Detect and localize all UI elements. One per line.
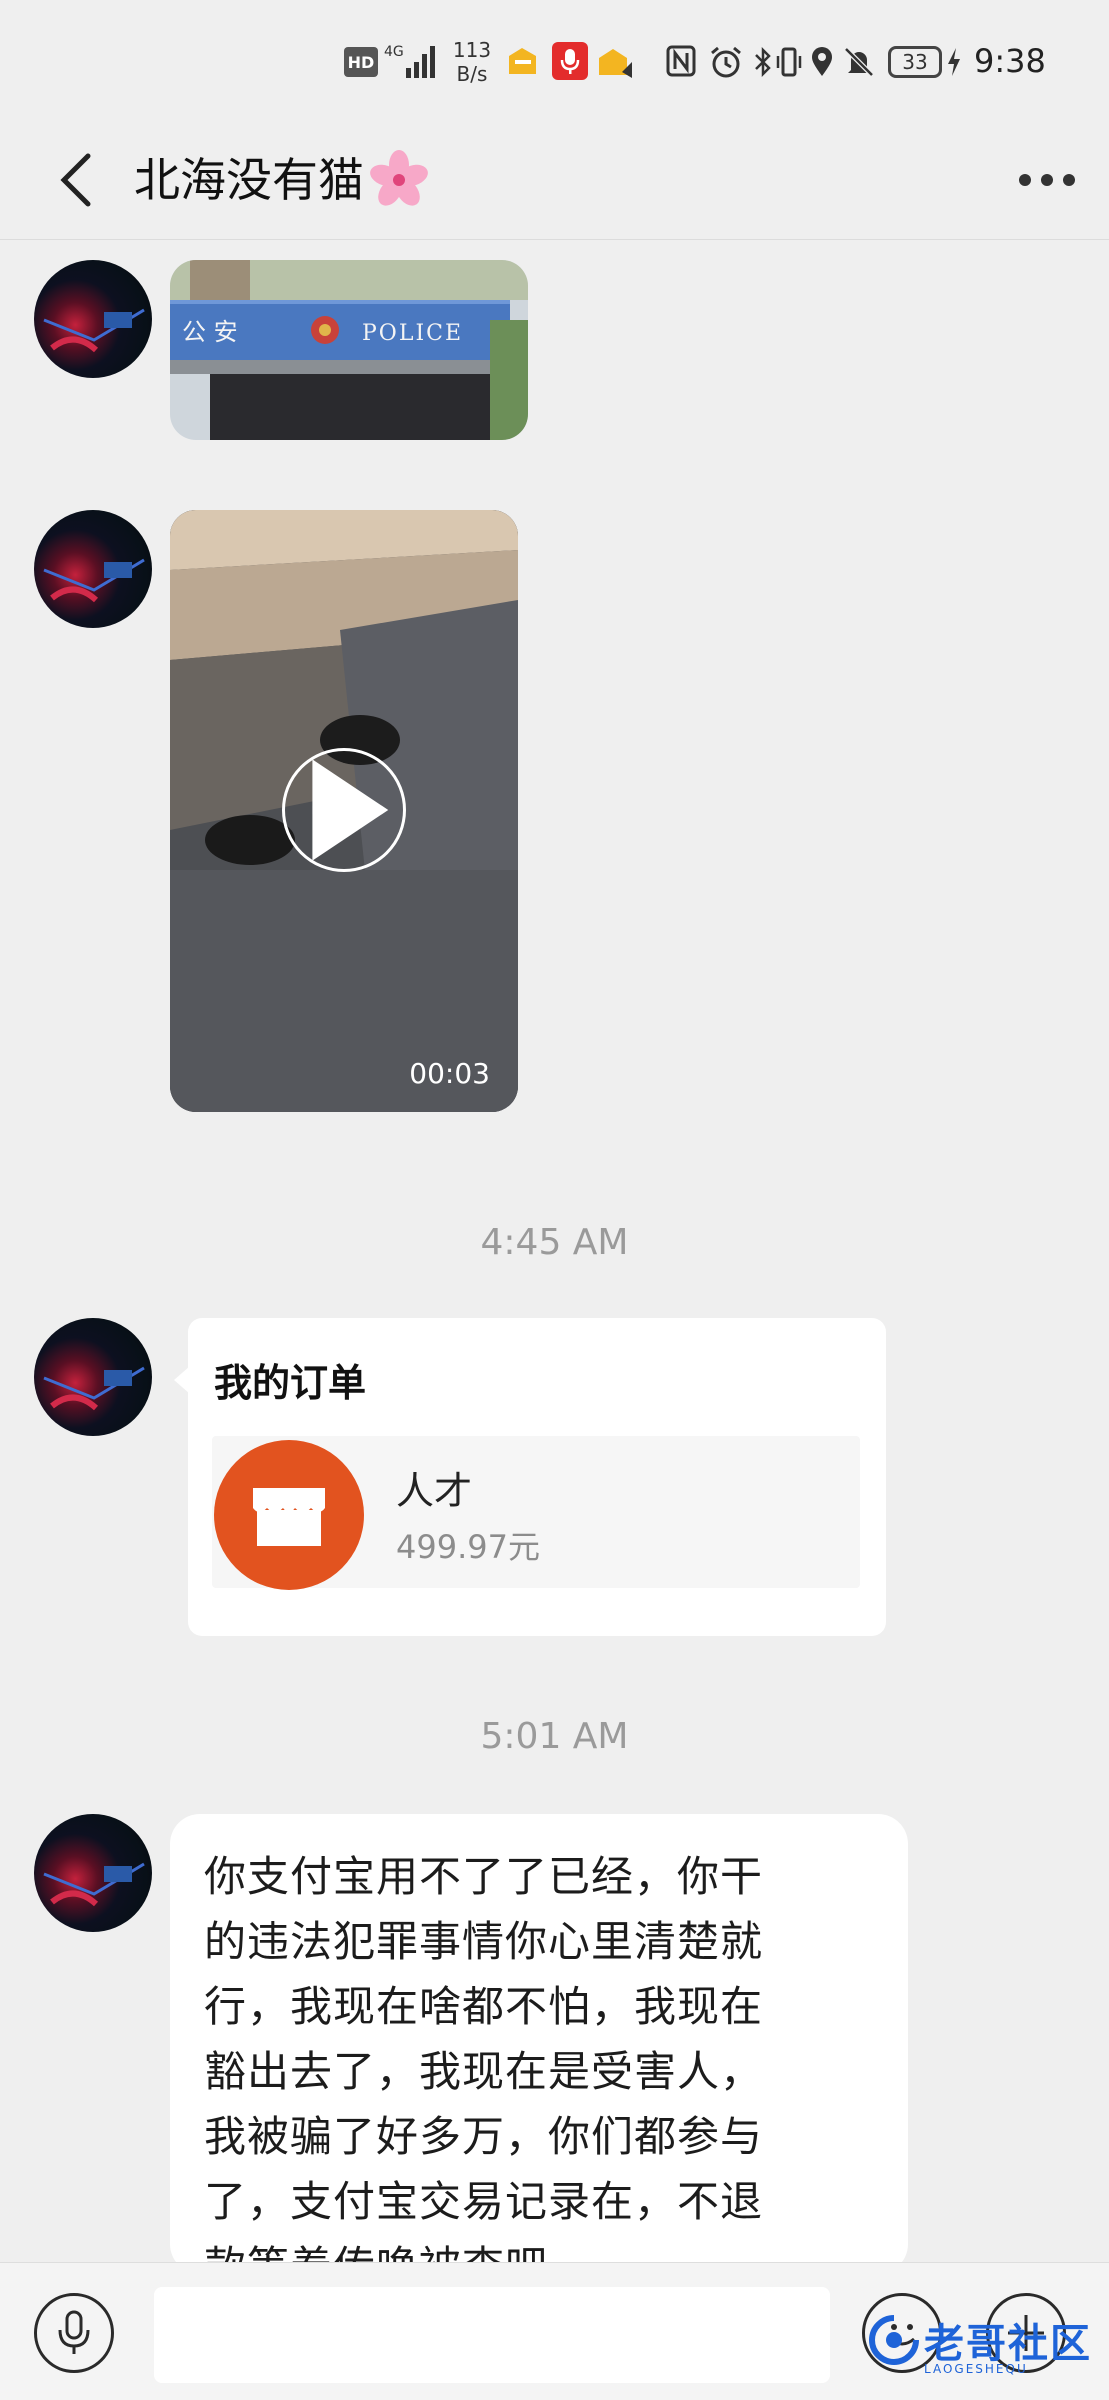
order-item[interactable]: 人才 499.97元 (212, 1436, 860, 1590)
more-options-button[interactable] (1009, 150, 1085, 210)
bluetooth-icon (750, 44, 776, 80)
sender-avatar[interactable] (34, 1318, 152, 1436)
hd-voice-icon: HD (344, 47, 378, 77)
watermark-subtext: LAOGESHEQU (924, 2362, 1028, 2376)
cherry-blossom-emoji-icon (370, 150, 428, 206)
sender-avatar[interactable] (34, 510, 152, 628)
sign-text-police: POLICE (362, 321, 463, 346)
image-message[interactable]: 公 安 POLICE (170, 260, 528, 440)
back-button[interactable] (40, 144, 112, 216)
sign-text-gongan: 公 安 (182, 318, 238, 346)
chat-title-text: 北海没有猫 (134, 153, 364, 207)
notification-app-icon-2 (596, 44, 634, 80)
message-timestamp: 4:45 AM (480, 1222, 629, 1263)
watermark-text: 老哥社区 (924, 2321, 1092, 2367)
message-timestamp: 5:01 AM (480, 1716, 629, 1757)
chat-screen: HD 4G 113 B/s 33 9:38 北海没有猫 公 安 POLICE 0… (0, 0, 1109, 2400)
video-message[interactable]: 00:03 (170, 510, 518, 1112)
notifications-muted-icon (842, 44, 876, 80)
play-button[interactable] (282, 748, 406, 872)
microphone-in-use-icon (552, 42, 588, 80)
clock: 9:38 (974, 42, 1046, 80)
play-icon (312, 759, 389, 861)
message-text-input[interactable] (154, 2287, 830, 2383)
sender-avatar[interactable] (34, 1814, 152, 1932)
cellular-signal-icon: 4G (384, 40, 440, 80)
order-card-message[interactable]: 我的订单 人才 499.97元 (174, 1318, 886, 1636)
site-watermark: 老哥社区 LAOGESHEQU (868, 2300, 1098, 2380)
notification-app-icon (506, 44, 540, 78)
watermark-logo-icon (869, 2315, 919, 2365)
voice-input-button[interactable] (34, 2293, 114, 2373)
order-item-name: 人才 (396, 1469, 473, 1513)
order-card-title: 我的订单 (214, 1361, 367, 1405)
order-item-price: 499.97元 (396, 1528, 540, 1566)
alarm-icon (708, 44, 744, 80)
microphone-icon (58, 2310, 90, 2354)
text-message-content: 你支付宝用不了了已经，你干 的违法犯罪事情你心里清楚就 行，我现在啥都不怕，我现… (204, 1852, 764, 2274)
network-speed-unit: B/s (456, 62, 488, 86)
back-arrow-icon (60, 153, 91, 207)
vibrate-icon (774, 44, 804, 80)
chat-title: 北海没有猫 (134, 150, 430, 210)
network-speed: 113 B/s (448, 36, 496, 88)
chat-header: 北海没有猫 (0, 120, 1109, 240)
video-duration: 00:03 (409, 1057, 490, 1090)
more-dots-icon (1019, 174, 1075, 186)
network-type-label: 4G (384, 44, 404, 60)
charging-icon (944, 44, 964, 80)
location-icon (808, 44, 836, 80)
sender-avatar[interactable] (34, 260, 152, 378)
shop-icon (214, 1440, 364, 1590)
nfc-icon (664, 44, 698, 78)
status-bar: HD 4G 113 B/s 33 9:38 (0, 0, 1109, 120)
network-speed-value: 113 (452, 38, 492, 62)
battery-level: 33 (888, 46, 942, 78)
text-message[interactable]: 你支付宝用不了了已经，你干 的违法犯罪事情你心里清楚就 行，我现在啥都不怕，我现… (170, 1814, 908, 2274)
